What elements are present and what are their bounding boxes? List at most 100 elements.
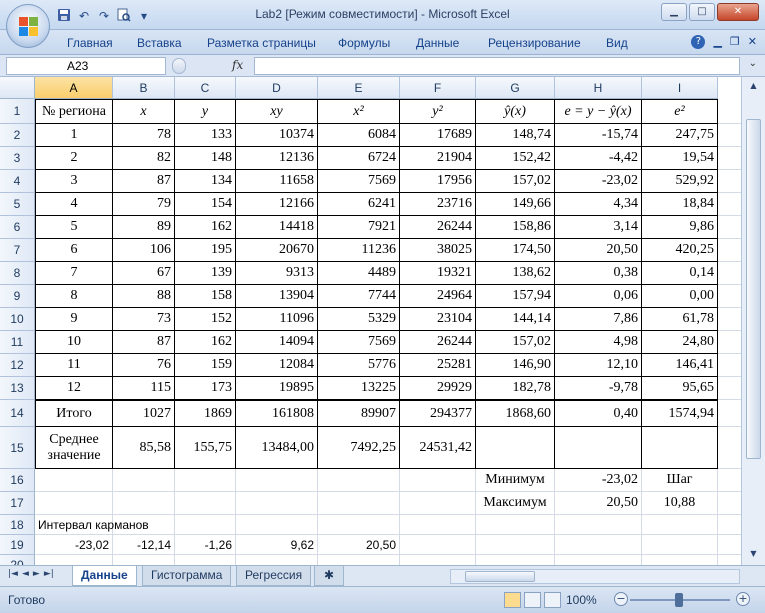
empty-cell[interactable] bbox=[400, 492, 476, 515]
table-cell[interactable]: 182,78 bbox=[476, 377, 555, 400]
name-box[interactable]: A23 bbox=[6, 57, 166, 75]
header-cell[interactable]: x² bbox=[318, 99, 400, 124]
empty-cell[interactable] bbox=[175, 555, 236, 565]
row-header-19[interactable]: 19 bbox=[0, 535, 35, 555]
table-cell[interactable]: 1 bbox=[35, 124, 113, 147]
prev-sheet-icon[interactable]: ◄ bbox=[22, 569, 29, 579]
row-header-2[interactable]: 2 bbox=[0, 124, 35, 147]
zoom-out-icon[interactable]: − bbox=[614, 592, 628, 606]
row-header-17[interactable]: 17 bbox=[0, 492, 35, 515]
minimize-icon[interactable]: ▁ bbox=[713, 35, 721, 49]
empty-cell[interactable] bbox=[236, 492, 318, 515]
header-cell[interactable]: e² bbox=[642, 99, 718, 124]
table-cell[interactable]: 10 bbox=[35, 331, 113, 354]
table-cell[interactable]: 134 bbox=[175, 170, 236, 193]
row-header-6[interactable]: 6 bbox=[0, 216, 35, 239]
row-header-16[interactable]: 16 bbox=[0, 469, 35, 492]
table-cell[interactable]: 139 bbox=[175, 262, 236, 285]
empty-cell[interactable] bbox=[400, 555, 476, 565]
table-cell[interactable]: 20,50 bbox=[555, 239, 642, 262]
table-cell[interactable]: 4 bbox=[35, 193, 113, 216]
row-header-9[interactable]: 9 bbox=[0, 285, 35, 308]
table-cell[interactable]: 149,66 bbox=[476, 193, 555, 216]
table-cell[interactable]: 11236 bbox=[318, 239, 400, 262]
scrollbar-thumb[interactable] bbox=[746, 119, 761, 459]
average-cell[interactable]: 85,58 bbox=[113, 427, 175, 469]
insert-sheet-icon[interactable]: ✱ bbox=[314, 566, 344, 586]
table-cell[interactable]: 76 bbox=[113, 354, 175, 377]
table-cell[interactable]: 87 bbox=[113, 170, 175, 193]
empty-cell[interactable] bbox=[236, 515, 318, 535]
empty-cell[interactable] bbox=[175, 492, 236, 515]
table-cell[interactable]: 78 bbox=[113, 124, 175, 147]
table-cell[interactable]: 19321 bbox=[400, 262, 476, 285]
table-cell[interactable]: 146,90 bbox=[476, 354, 555, 377]
empty-cell[interactable] bbox=[555, 535, 642, 555]
table-cell[interactable]: 13225 bbox=[318, 377, 400, 400]
max-value-cell[interactable]: 20,50 bbox=[555, 492, 642, 515]
table-cell[interactable]: 9313 bbox=[236, 262, 318, 285]
row-header-1[interactable]: 1 bbox=[0, 99, 35, 124]
table-cell[interactable]: 4,98 bbox=[555, 331, 642, 354]
empty-cell[interactable] bbox=[476, 555, 555, 565]
empty-cell[interactable] bbox=[476, 535, 555, 555]
total-cell[interactable]: 1868,60 bbox=[476, 400, 555, 427]
table-cell[interactable]: 12,10 bbox=[555, 354, 642, 377]
close-icon[interactable]: ✕ bbox=[748, 35, 757, 49]
total-cell[interactable]: 1027 bbox=[113, 400, 175, 427]
table-cell[interactable]: 106 bbox=[113, 239, 175, 262]
table-cell[interactable]: 89 bbox=[113, 216, 175, 239]
average-cell[interactable]: 7492,25 bbox=[318, 427, 400, 469]
sheet-tab-regression[interactable]: Регрессия bbox=[236, 566, 312, 586]
insert-function-icon[interactable]: fx bbox=[232, 58, 243, 72]
table-cell[interactable]: 158 bbox=[175, 285, 236, 308]
table-cell[interactable]: 79 bbox=[113, 193, 175, 216]
table-cell[interactable]: 148 bbox=[175, 147, 236, 170]
table-cell[interactable]: 19895 bbox=[236, 377, 318, 400]
table-cell[interactable]: 8 bbox=[35, 285, 113, 308]
table-cell[interactable]: 144,14 bbox=[476, 308, 555, 331]
formula-input[interactable] bbox=[254, 57, 740, 75]
tab-data[interactable]: Данные bbox=[416, 36, 459, 50]
average-cell[interactable]: 13484,00 bbox=[236, 427, 318, 469]
header-cell[interactable]: y² bbox=[400, 99, 476, 124]
sheet-tab-histogram[interactable]: Гистограмма bbox=[142, 566, 232, 586]
table-cell[interactable]: 19,54 bbox=[642, 147, 718, 170]
table-cell[interactable]: 38025 bbox=[400, 239, 476, 262]
column-header-g[interactable]: G bbox=[476, 77, 555, 99]
table-cell[interactable]: 529,92 bbox=[642, 170, 718, 193]
table-cell[interactable]: 7744 bbox=[318, 285, 400, 308]
empty-cell[interactable] bbox=[318, 492, 400, 515]
empty-cell[interactable] bbox=[476, 515, 555, 535]
empty-cell[interactable] bbox=[236, 555, 318, 565]
table-cell[interactable]: 23104 bbox=[400, 308, 476, 331]
table-cell[interactable]: 10374 bbox=[236, 124, 318, 147]
column-header-f[interactable]: F bbox=[400, 77, 476, 99]
table-cell[interactable]: 6 bbox=[35, 239, 113, 262]
empty-cell[interactable] bbox=[35, 555, 113, 565]
table-cell[interactable]: 4,34 bbox=[555, 193, 642, 216]
table-cell[interactable]: 115 bbox=[113, 377, 175, 400]
table-cell[interactable]: 17689 bbox=[400, 124, 476, 147]
bins-label-cell[interactable]: Интервал карманов bbox=[35, 515, 236, 535]
row-header-8[interactable]: 8 bbox=[0, 262, 35, 285]
table-cell[interactable]: 88 bbox=[113, 285, 175, 308]
total-cell[interactable]: 294377 bbox=[400, 400, 476, 427]
average-cell[interactable] bbox=[642, 427, 718, 469]
table-cell[interactable]: 18,84 bbox=[642, 193, 718, 216]
table-cell[interactable]: 95,65 bbox=[642, 377, 718, 400]
table-cell[interactable]: 0,00 bbox=[642, 285, 718, 308]
row-header-18[interactable]: 18 bbox=[0, 515, 35, 535]
max-label-cell[interactable]: Максимум bbox=[476, 492, 555, 515]
table-cell[interactable]: 26244 bbox=[400, 331, 476, 354]
empty-cell[interactable] bbox=[555, 555, 642, 565]
empty-cell[interactable] bbox=[113, 469, 175, 492]
page-break-view-icon[interactable] bbox=[544, 592, 561, 608]
tab-view[interactable]: Вид bbox=[606, 36, 628, 50]
average-cell[interactable]: 155,75 bbox=[175, 427, 236, 469]
row-header-3[interactable]: 3 bbox=[0, 147, 35, 170]
table-cell[interactable]: 23716 bbox=[400, 193, 476, 216]
tab-formulas[interactable]: Формулы bbox=[338, 36, 390, 50]
table-cell[interactable]: 5776 bbox=[318, 354, 400, 377]
row-header-10[interactable]: 10 bbox=[0, 308, 35, 331]
